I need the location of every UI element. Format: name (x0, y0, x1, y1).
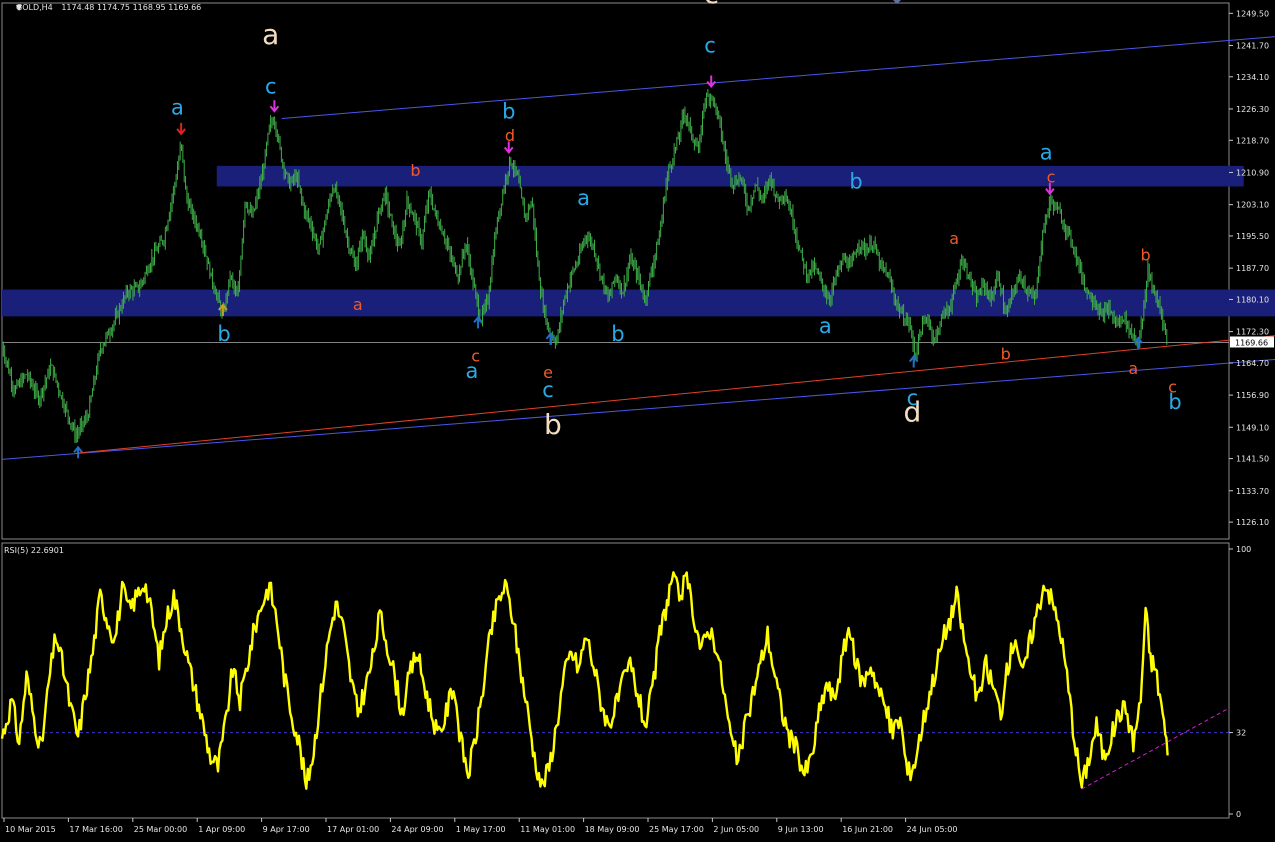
price-tick-label: 1180.10 (1236, 295, 1269, 304)
wave-label-1: a (262, 18, 279, 51)
price-tick-label: 1172.30 (1236, 328, 1269, 337)
price-tick-label: 1133.70 (1236, 487, 1269, 496)
time-tick-label: 1 Apr 09:00 (198, 825, 245, 834)
price-tick-label: 1156.90 (1236, 391, 1269, 400)
time-tick-label: 17 Apr 01:00 (327, 825, 379, 834)
price-zone-1[interactable] (216, 165, 1244, 187)
wave-label-9: a (577, 186, 590, 210)
price-tick-label: 1249.50 (1236, 9, 1269, 18)
time-tick-label: 16 Jun 21:00 (842, 825, 893, 834)
rsi-tick-label: 0 (1236, 810, 1241, 819)
wave-label-6: c (265, 75, 277, 99)
wave-label-21: a (353, 295, 363, 314)
time-tick-label: 1 May 17:00 (456, 825, 506, 834)
wave-label-19: b (410, 161, 420, 180)
price-tick-label: 1210.90 (1236, 168, 1269, 177)
time-tick-label: 25 Mar 00:00 (134, 825, 187, 834)
time-tick-label: 24 Jun 05:00 (907, 825, 958, 834)
time-tick-label: 24 Apr 09:00 (391, 825, 443, 834)
wave-label-26: b (1140, 246, 1150, 265)
chart-canvas: acbdacbcababacbacbbdaceacbbac 1249.50124… (0, 0, 1275, 842)
ohlc-readout: 1174.48 1174.75 1168.95 1169.66 (61, 3, 201, 12)
time-tick-label: 17 Mar 16:00 (69, 825, 122, 834)
price-tick-label: 1218.70 (1236, 136, 1269, 145)
wave-label-10: b (849, 170, 862, 194)
wave-label-27: b (1001, 345, 1011, 364)
price-tick-label: 1187.70 (1236, 264, 1269, 273)
wave-label-8: c (704, 33, 716, 57)
price-tick-label: 1164.70 (1236, 359, 1269, 368)
time-tick-label: 2 Jun 05:00 (713, 825, 759, 834)
symbol-title: GOLD,H4 1174.48 1174.75 1168.95 1169.66 (16, 3, 201, 12)
wave-label-17: c (907, 386, 919, 410)
time-tick-label: 9 Apr 17:00 (263, 825, 310, 834)
wave-label-23: e (543, 363, 553, 382)
wave-label-11: a (1040, 141, 1053, 165)
price-tick-label: 1234.10 (1236, 73, 1269, 82)
price-tick-label: 1195.50 (1236, 232, 1269, 241)
time-tick-label: 9 Jun 13:00 (778, 825, 824, 834)
price-tick-label: 1203.10 (1236, 201, 1269, 210)
rsi-title: RSI(5) 22.6901 (4, 546, 64, 555)
time-tick-label: 18 May 09:00 (585, 825, 640, 834)
price-tick-label: 1141.50 (1236, 455, 1269, 464)
wave-label-5: a (171, 95, 184, 119)
price-tick-label: 1226.30 (1236, 105, 1269, 114)
wave-label-16: a (819, 314, 832, 338)
wave-label-29: c (1168, 378, 1177, 397)
wave-label-12: b (217, 322, 230, 346)
wave-label-22: c (471, 347, 480, 366)
wave-label-3: b (544, 408, 562, 441)
symbol-label: GOLD,H4 (16, 3, 53, 12)
wave-label-20: d (505, 126, 515, 145)
wave-label-2: c (704, 0, 719, 10)
price-zone-2[interactable] (2, 289, 1275, 317)
price-tick-label: 1126.10 (1236, 518, 1269, 527)
wave-label-25: c (1047, 167, 1056, 186)
time-tick-label: 10 Mar 2015 (5, 825, 56, 834)
price-tick-label: 1149.10 (1236, 423, 1269, 432)
rsi-tick-label: 32 (1236, 729, 1246, 738)
price-tick-label: 1241.70 (1236, 41, 1269, 50)
wave-label-28: a (1128, 359, 1138, 378)
time-tick-label: 25 May 17:00 (649, 825, 704, 834)
time-tick-label: 11 May 01:00 (520, 825, 575, 834)
current-price-label: 1169.66 (1235, 338, 1268, 347)
wave-label-7: b (502, 99, 515, 123)
wave-label-15: b (611, 322, 624, 346)
rsi-tick-label: 100 (1236, 545, 1251, 554)
wave-label-24: a (949, 229, 959, 248)
